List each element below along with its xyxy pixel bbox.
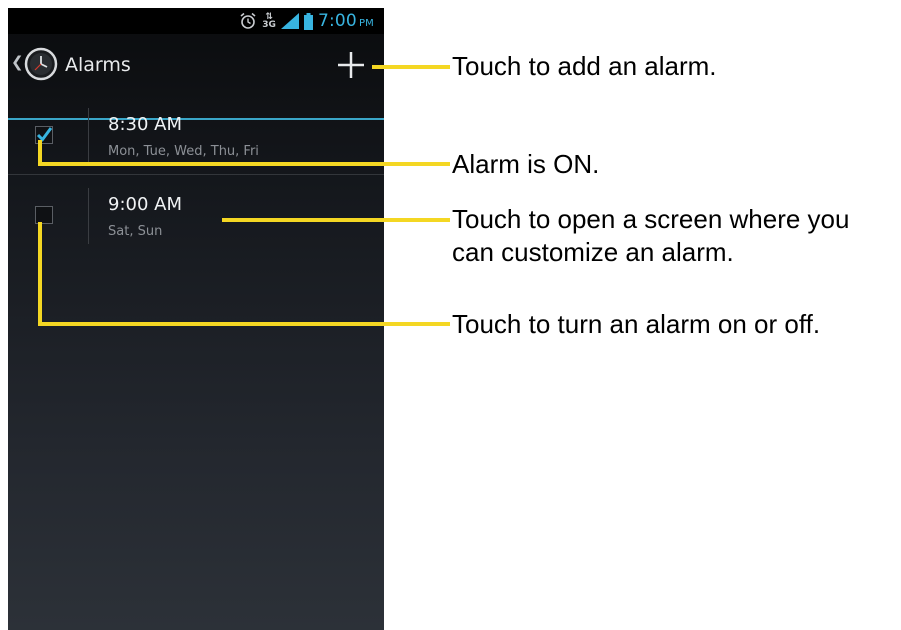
back-icon[interactable]: ❮ (11, 53, 24, 71)
list-divider (8, 174, 384, 175)
callout-line-toggle-vertical (38, 222, 42, 326)
status-ampm: PM (358, 18, 374, 29)
phone-screen: ⇅ 3G 7:00 PM ❮ Alarms 8:30 AM Mon, Tue, … (8, 8, 384, 630)
callout-line-toggle (38, 322, 450, 326)
callout-line-on (38, 162, 450, 166)
battery-icon (303, 12, 313, 30)
row-divider (88, 108, 89, 164)
alarm-row[interactable]: 9:00 AM Sat, Sun (8, 176, 384, 256)
page-title: Alarms (65, 54, 131, 76)
callout-customize-line2: can customize an alarm. (452, 237, 734, 267)
plus-icon[interactable] (334, 48, 368, 82)
row-divider (88, 188, 89, 244)
alarm-clock-icon (240, 12, 256, 29)
callout-customize-line1: Touch to open a screen where you (452, 204, 850, 234)
network-label: 3G (262, 20, 276, 30)
callout-on: Alarm is ON. (452, 149, 600, 179)
alarm-time[interactable]: 8:30 AM (108, 114, 182, 135)
action-bar: ❮ Alarms (8, 34, 384, 120)
alarm-days[interactable]: Mon, Tue, Wed, Thu, Fri (108, 144, 259, 159)
status-bar: ⇅ 3G 7:00 PM (8, 8, 384, 34)
callout-toggle: Touch to turn an alarm on or off. (452, 309, 821, 339)
callout-line-customize (222, 218, 450, 222)
clock-app-icon[interactable] (24, 47, 58, 81)
callout-line-add (372, 65, 450, 69)
status-time: 7:00 (317, 11, 357, 31)
status-clock: 7:00 PM (318, 11, 374, 31)
signal-icon (280, 13, 299, 29)
callout-add: Touch to add an alarm. (452, 51, 717, 81)
network-3g-icon: ⇅ 3G (262, 12, 276, 30)
alarm-time[interactable]: 9:00 AM (108, 194, 182, 215)
alarm-days[interactable]: Sat, Sun (108, 224, 162, 239)
